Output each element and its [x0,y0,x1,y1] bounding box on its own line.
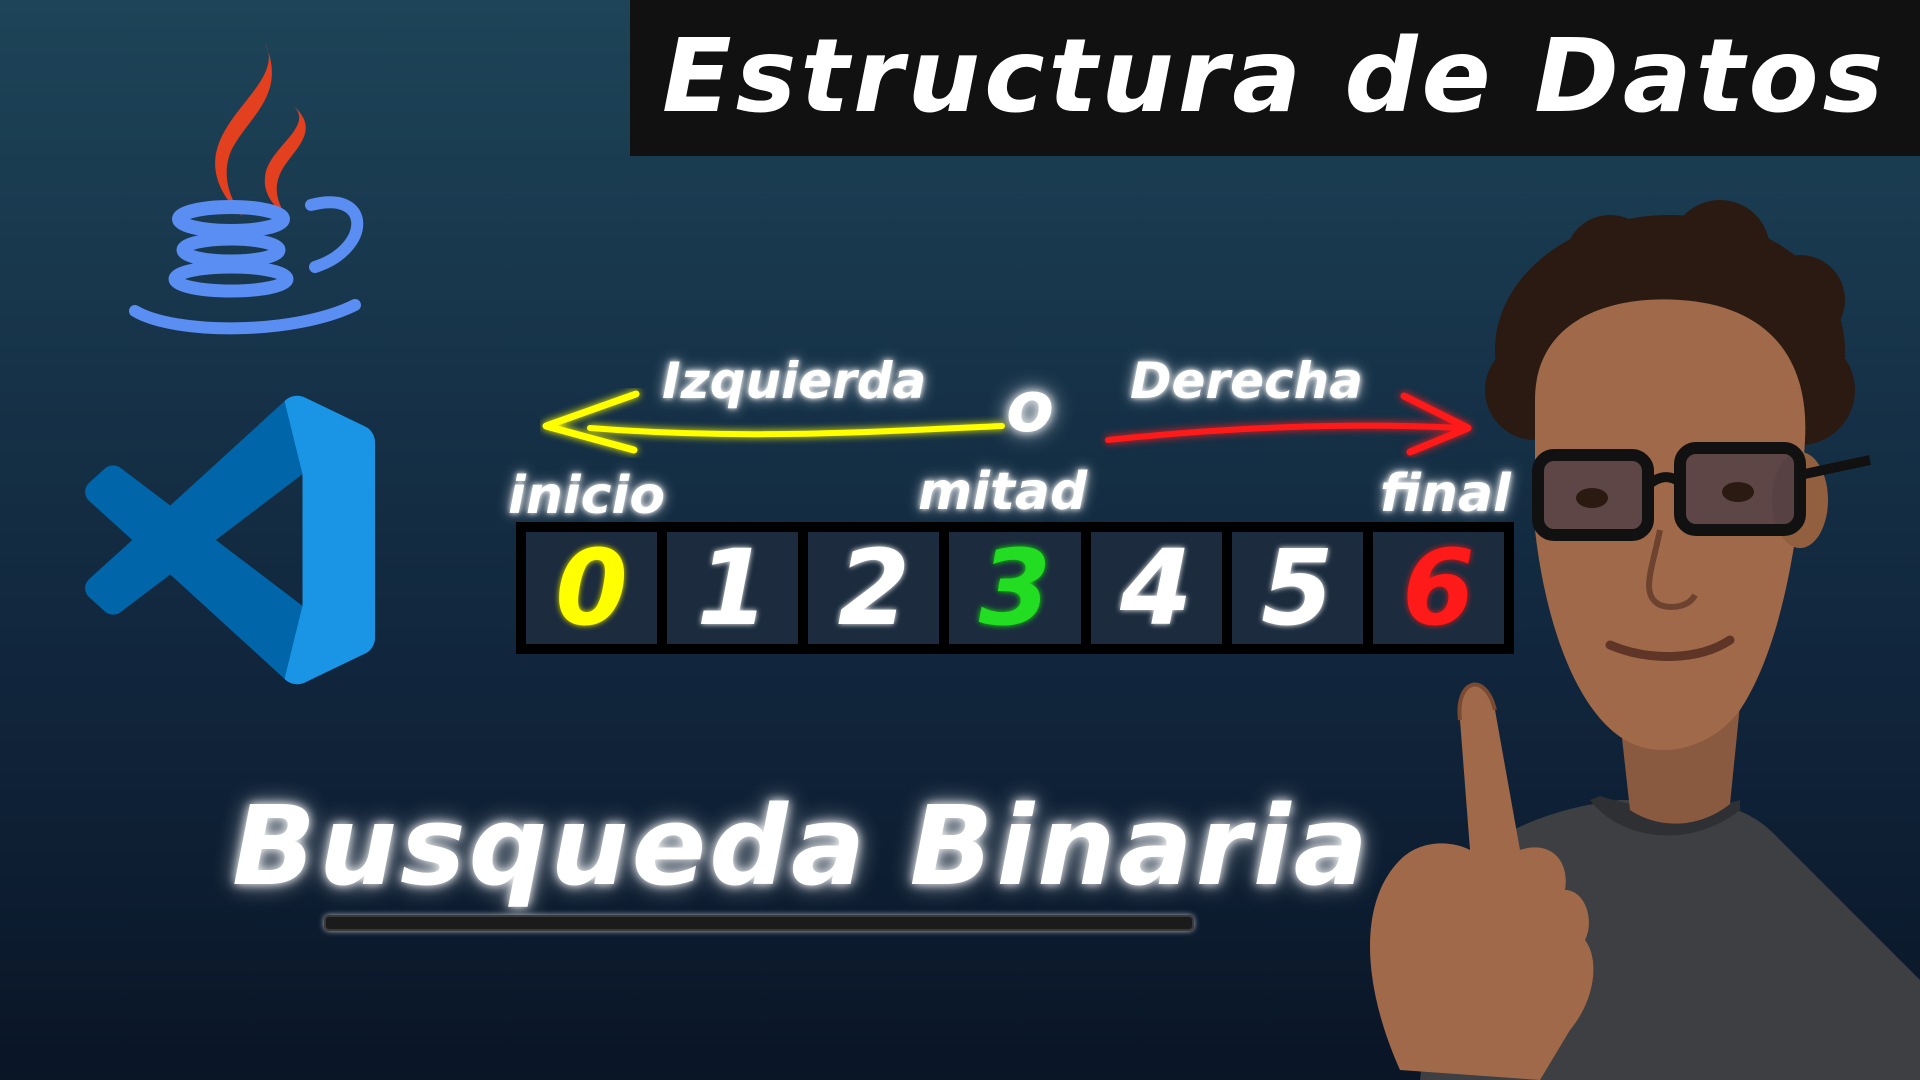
java-logo-icon [129,43,364,335]
middle-pointer-label: mitad [918,462,1088,522]
array-cell-start: 0 [526,532,658,644]
start-pointer-label: inicio [508,466,666,526]
array-cell-middle: 3 [949,532,1081,644]
or-label: o [1006,366,1055,448]
array-cell: 1 [667,532,799,644]
vscode-logo-icon [85,395,376,685]
subtitle-underline [324,915,1194,931]
presenter-photo [1370,200,1920,1080]
thumbnail-canvas: Estructura de Datos Izquierda o Derecha … [0,0,1920,1080]
subtitle: Busqueda Binaria [232,782,1371,910]
array-cell: 5 [1231,532,1363,644]
page-title: Estructura de Datos [662,17,1888,136]
array-cell: 4 [1090,532,1222,644]
array-cell: 2 [808,532,940,644]
left-arrow-icon [542,390,1005,454]
